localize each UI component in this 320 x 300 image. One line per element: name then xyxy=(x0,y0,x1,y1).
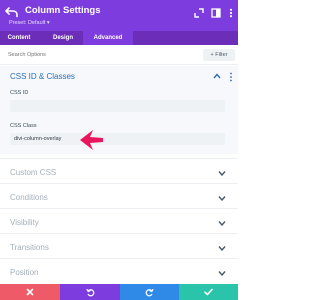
preset-selector[interactable]: Preset: Default ▾ xyxy=(9,20,50,26)
chevron-down-icon xyxy=(218,246,226,251)
section-title: Position xyxy=(10,268,39,277)
sidebar-icon[interactable] xyxy=(211,8,221,18)
discard-button[interactable] xyxy=(0,284,60,300)
section-custom-css[interactable]: Custom CSS xyxy=(0,158,238,184)
expand-icon[interactable] xyxy=(194,8,204,18)
settings-header: Column Settings Preset: Default ▾ xyxy=(0,0,238,31)
chevron-down-icon xyxy=(218,271,226,276)
section-visibility[interactable]: Visibility xyxy=(0,208,238,234)
css-id-label: CSS ID xyxy=(10,90,29,96)
section-title: Transitions xyxy=(10,243,49,252)
section-position[interactable]: Position xyxy=(0,258,238,284)
tab-design[interactable]: Design xyxy=(43,31,83,45)
undo-arrow-icon[interactable] xyxy=(5,5,19,19)
close-icon xyxy=(26,288,34,296)
section-title: Conditions xyxy=(10,193,48,202)
redo-button[interactable] xyxy=(120,284,179,300)
redo-icon xyxy=(145,288,154,296)
action-bar xyxy=(0,284,238,300)
undo-button[interactable] xyxy=(60,284,120,300)
css-class-label: CSS Class xyxy=(10,123,37,129)
save-button[interactable] xyxy=(179,284,238,300)
more-vertical-icon[interactable] xyxy=(226,8,236,18)
search-bar: + Filter xyxy=(0,45,238,65)
panel-title: Column Settings xyxy=(25,5,101,16)
tab-content[interactable]: Content xyxy=(0,31,38,45)
section-title: Visibility xyxy=(10,218,39,227)
tab-advanced[interactable]: Advanced xyxy=(83,31,133,45)
css-class-field[interactable] xyxy=(10,133,225,145)
section-transitions[interactable]: Transitions xyxy=(0,233,238,259)
checkmark-icon xyxy=(204,288,213,296)
section-conditions[interactable]: Conditions xyxy=(0,183,238,209)
more-vertical-icon[interactable] xyxy=(229,72,233,82)
chevron-down-icon xyxy=(218,196,226,201)
section-title[interactable]: CSS ID & Classes xyxy=(10,72,75,81)
css-id-field[interactable] xyxy=(10,100,225,112)
search-input[interactable] xyxy=(8,49,158,61)
filter-button[interactable]: + Filter xyxy=(203,49,235,61)
undo-icon xyxy=(85,288,94,296)
pointer-arrow-icon xyxy=(80,130,103,150)
chevron-down-icon xyxy=(218,221,226,226)
chevron-down-icon xyxy=(218,171,226,176)
chevron-up-icon[interactable] xyxy=(213,73,221,79)
section-title: Custom CSS xyxy=(10,168,57,177)
tab-bar: Content Design Advanced xyxy=(0,31,238,45)
